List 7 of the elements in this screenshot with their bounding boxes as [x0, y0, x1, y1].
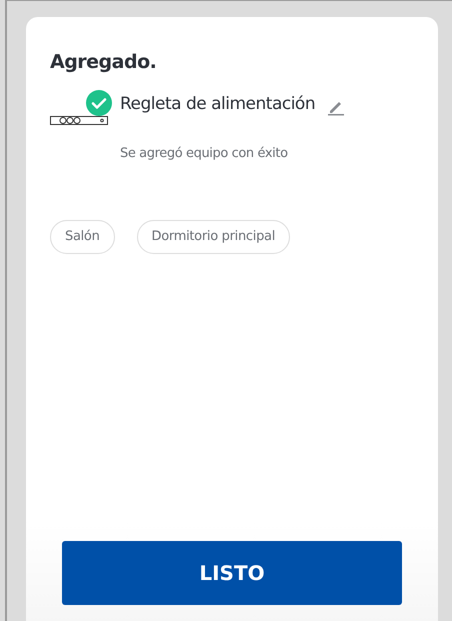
room-chip[interactable]: Dormitorio principal — [136, 220, 290, 254]
status-message: Se agregó equipo con éxito — [120, 144, 289, 163]
power-strip-icon — [50, 116, 108, 126]
device-name: Regleta de alimentación — [120, 92, 316, 116]
room-chip[interactable]: Salón — [50, 220, 115, 254]
dialog-title: Agregado. — [50, 51, 158, 74]
done-button[interactable]: LISTO — [62, 541, 402, 605]
